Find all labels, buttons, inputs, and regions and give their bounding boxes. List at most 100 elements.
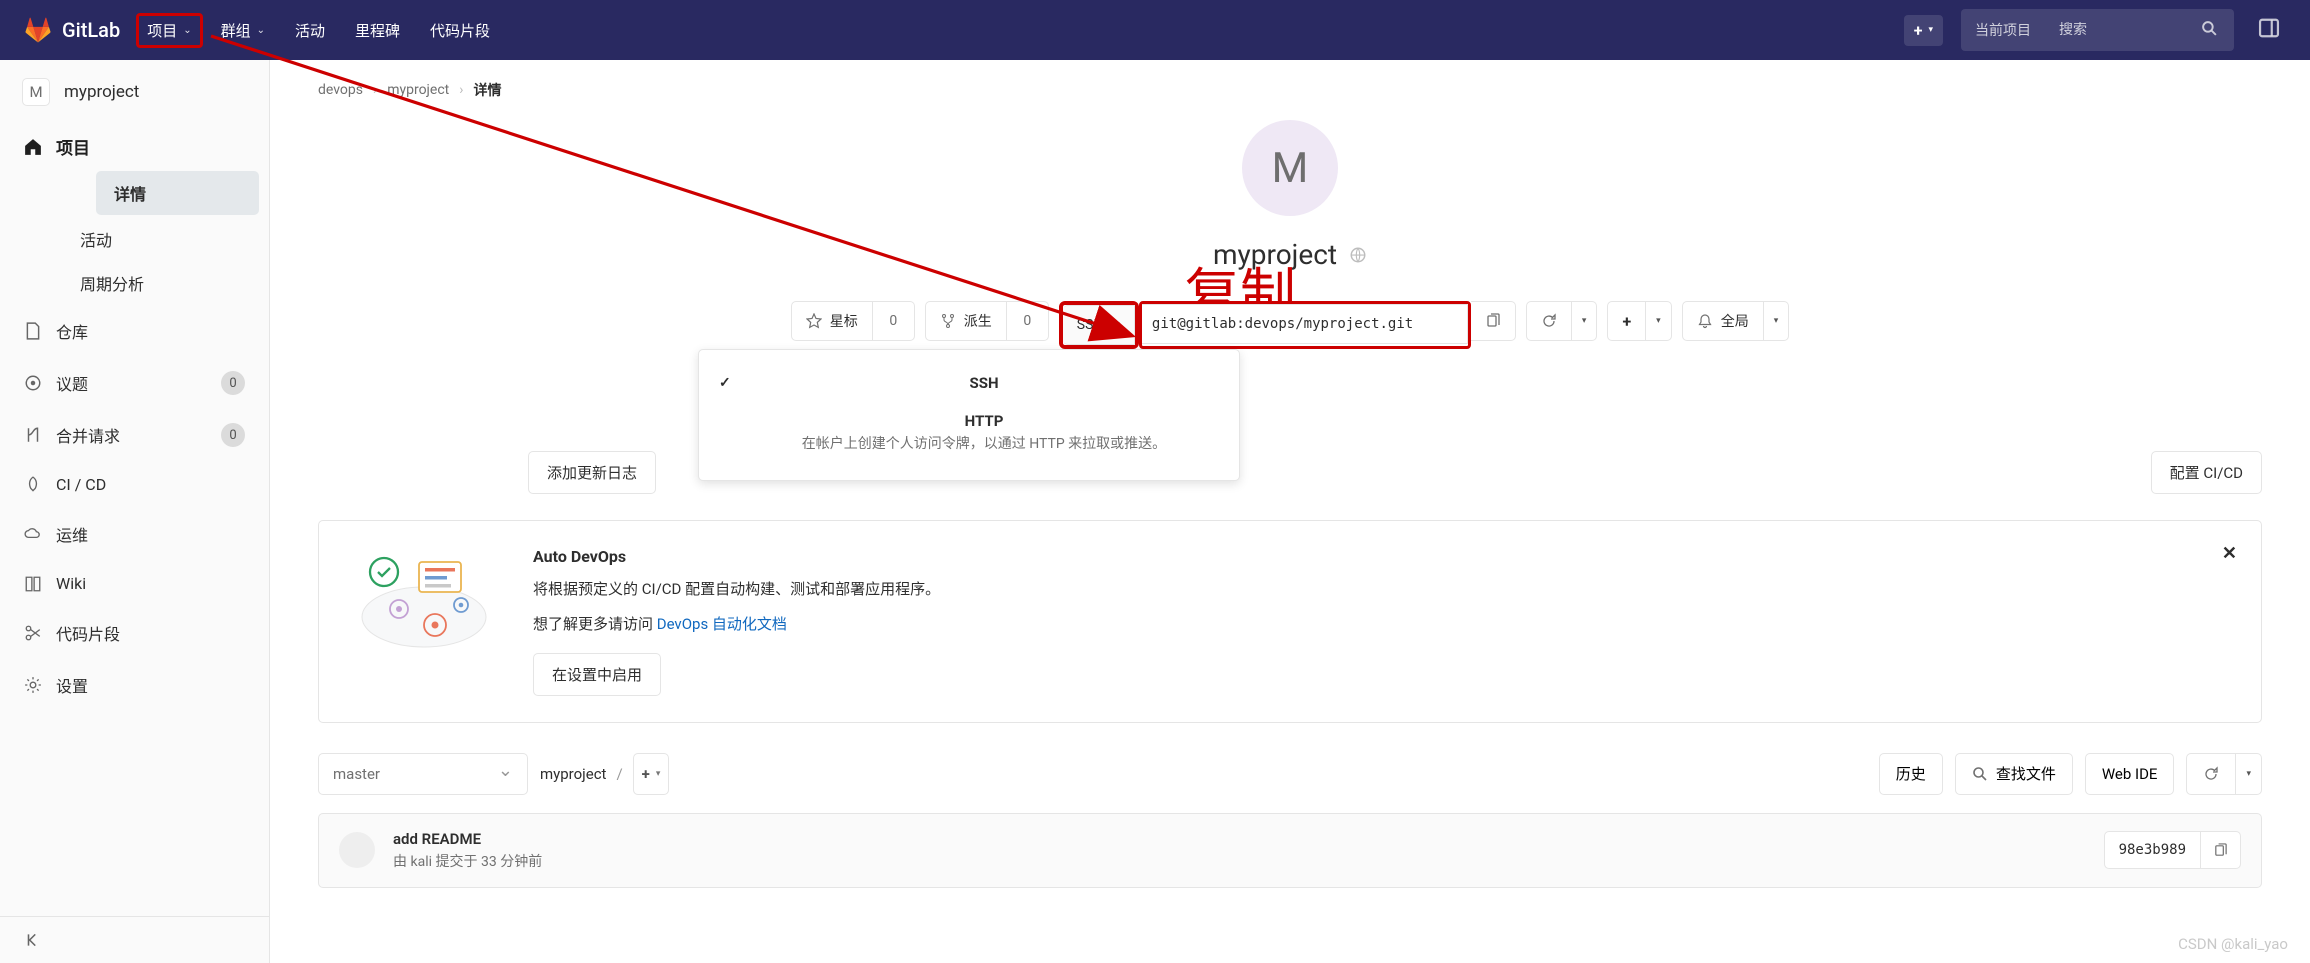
breadcrumb-current: 详情: [473, 80, 501, 100]
sidebar-snippets[interactable]: 代码片段: [0, 607, 269, 659]
caret-down-icon: ▾: [1115, 320, 1120, 330]
auto-devops-card: Auto DevOps 将根据预定义的 CI/CD 配置自动构建、测试和部署应用…: [318, 520, 2262, 723]
bell-icon: [1697, 313, 1713, 329]
cicd-action-row: 添加更新日志 配置 CI/CD: [318, 451, 2262, 494]
sidebar: M myproject 项目 详情 活动 周期分析 仓库 议题 0 合并请求 0: [0, 60, 270, 963]
refresh-icon: [1541, 313, 1557, 329]
download-dropdown[interactable]: ▾: [2236, 753, 2262, 795]
last-commit: add README 由 kali 提交于 33 分钟前 98e3b989: [318, 813, 2262, 888]
plus-icon: +: [1914, 21, 1923, 40]
add-button[interactable]: +: [1607, 301, 1646, 341]
devops-enable-button[interactable]: 在设置中启用: [533, 653, 661, 696]
star-icon: [806, 313, 822, 329]
commit-meta: 由 kali 提交于 33 分钟前: [393, 851, 542, 871]
dropdown-option-ssh[interactable]: ✓ SSH: [699, 364, 1239, 402]
breadcrumb: devops › myproject › 详情: [270, 60, 2310, 120]
devops-illustration: [349, 547, 499, 657]
devops-title: Auto DevOps: [533, 547, 940, 566]
add-dropdown[interactable]: ▾: [1646, 301, 1672, 341]
chevron-down-icon: ⌄: [257, 25, 265, 36]
repo-breadcrumb[interactable]: myproject: [540, 765, 606, 783]
copy-url-button[interactable]: [1471, 301, 1516, 341]
protocol-dropdown-menu: ✓ SSH HTTP 在帐户上创建个人访问令牌，以通过 HTTP 来拉取或推送。: [698, 349, 1240, 481]
breadcrumb-item[interactable]: myproject: [387, 82, 449, 98]
doc-icon: [24, 322, 42, 340]
refresh-button[interactable]: [1526, 301, 1572, 341]
protocol-dropdown-button[interactable]: SSH▾: [1063, 305, 1135, 345]
main-content: devops › myproject › 详情 M myproject 复制 星: [270, 60, 2310, 963]
sidebar-merge-requests[interactable]: 合并请求 0: [0, 409, 269, 461]
sidebar-toggle-icon[interactable]: [2252, 11, 2286, 49]
sidebar-repository[interactable]: 仓库: [0, 305, 269, 357]
project-avatar-large: M: [1242, 120, 1338, 216]
add-changelog-button[interactable]: 添加更新日志: [528, 451, 656, 494]
download-button[interactable]: [2186, 753, 2236, 795]
sidebar-collapse[interactable]: [0, 917, 269, 963]
sidebar-operations[interactable]: 运维: [0, 508, 269, 560]
copy-icon: [1485, 313, 1501, 329]
chevron-down-icon: ⌄: [183, 25, 191, 36]
notification-button[interactable]: 全局: [1682, 301, 1764, 341]
sidebar-wiki[interactable]: Wiki: [0, 560, 269, 607]
sidebar-sub-cycle[interactable]: 周期分析: [56, 261, 269, 305]
book-icon: [24, 575, 42, 593]
notification-dropdown[interactable]: ▾: [1764, 301, 1790, 341]
fork-button[interactable]: 派生: [925, 301, 1007, 341]
sidebar-group-project[interactable]: 项目: [0, 120, 269, 169]
refresh-dropdown[interactable]: ▾: [1572, 301, 1598, 341]
collapse-icon: [24, 931, 42, 949]
gitlab-icon: [24, 16, 52, 44]
sidebar-cicd[interactable]: CI / CD: [0, 461, 269, 508]
copy-icon: [2213, 843, 2228, 858]
star-count: 0: [873, 301, 915, 341]
sidebar-sub-details[interactable]: 详情: [96, 171, 259, 215]
issues-icon: [24, 374, 42, 392]
devops-docs-link[interactable]: DevOps 自动化文档: [657, 615, 787, 633]
check-icon: ✓: [719, 375, 731, 391]
search-input[interactable]: [2045, 22, 2185, 38]
search-icon: [1972, 766, 1988, 782]
gear-icon: [24, 676, 42, 694]
close-icon[interactable]: ✕: [2222, 543, 2237, 564]
clone-url-input[interactable]: [1142, 304, 1468, 344]
rocket-icon: [24, 476, 42, 494]
web-ide-button[interactable]: Web IDE: [2085, 753, 2175, 795]
scissors-icon: [24, 624, 42, 642]
dropdown-option-http[interactable]: HTTP 在帐户上创建个人访问令牌，以通过 HTTP 来拉取或推送。: [699, 402, 1239, 466]
fork-count: 0: [1007, 301, 1049, 341]
commit-author-avatar: [339, 832, 375, 868]
branch-select[interactable]: master: [318, 753, 528, 795]
breadcrumb-item[interactable]: devops: [318, 82, 363, 98]
commit-message[interactable]: add README: [393, 830, 542, 848]
nav-activity[interactable]: 活动: [283, 10, 337, 51]
sidebar-sub-activity[interactable]: 活动: [56, 217, 269, 261]
gitlab-logo[interactable]: GitLab: [24, 16, 120, 44]
search-icon[interactable]: [2185, 20, 2234, 41]
visibility-icon: [1349, 246, 1367, 264]
sidebar-issues[interactable]: 议题 0: [0, 357, 269, 409]
fork-icon: [940, 313, 956, 329]
find-file-button[interactable]: 查找文件: [1955, 753, 2073, 795]
cloud-icon: [24, 525, 42, 543]
new-button[interactable]: + ▾: [1904, 15, 1943, 46]
repo-toolbar: master myproject / + ▾ 历史 查找文件 Web IDE: [318, 753, 2262, 795]
configure-cicd-button[interactable]: 配置 CI/CD: [2151, 451, 2262, 494]
history-button[interactable]: 历史: [1879, 753, 1943, 795]
commit-sha[interactable]: 98e3b989: [2104, 831, 2201, 869]
sidebar-settings[interactable]: 设置: [0, 659, 269, 711]
copy-sha-button[interactable]: [2201, 831, 2241, 869]
devops-desc: 将根据预定义的 CI/CD 配置自动构建、测试和部署应用程序。: [533, 578, 940, 601]
watermark: CSDN @kali_yao: [2178, 935, 2288, 953]
sidebar-project-header[interactable]: M myproject: [0, 60, 269, 120]
repo-add-button[interactable]: + ▾: [633, 753, 670, 795]
home-icon: [24, 138, 42, 156]
star-button[interactable]: 星标: [791, 301, 873, 341]
nav-groups[interactable]: 群组 ⌄: [209, 10, 277, 51]
project-hero: M myproject 复制 星标 0: [318, 120, 2262, 349]
search-scope: 当前项目: [1961, 20, 2045, 40]
project-toolbar: 星标 0 派生 0 SSH▾: [318, 301, 2262, 349]
nav-milestones[interactable]: 里程碑: [343, 10, 412, 51]
search-box: 当前项目: [1961, 9, 2234, 51]
nav-snippets[interactable]: 代码片段: [418, 10, 502, 51]
nav-projects[interactable]: 项目 ⌄: [136, 13, 202, 48]
